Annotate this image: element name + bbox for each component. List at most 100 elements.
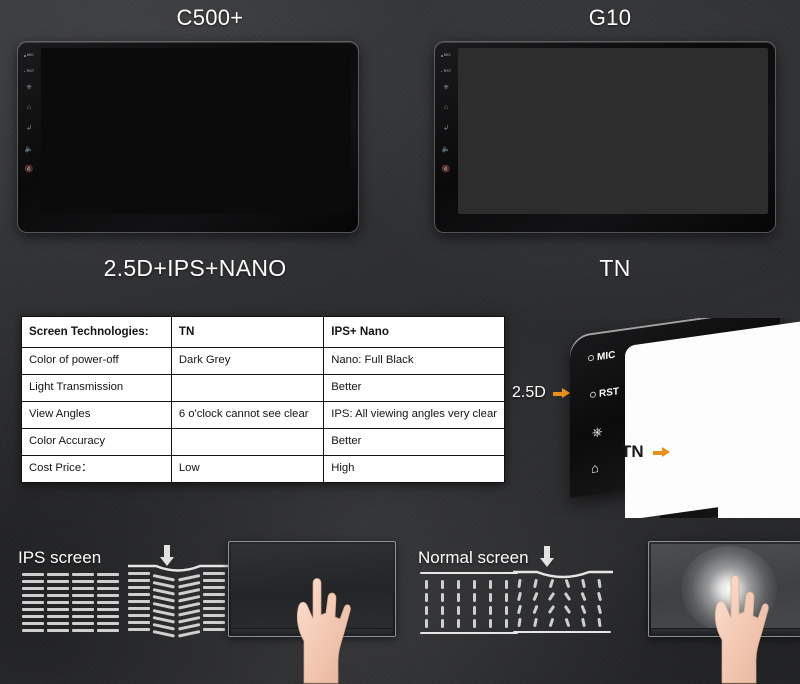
liquid-crystal-element (72, 601, 94, 604)
liquid-crystal-element (22, 573, 44, 576)
liquid-crystal-element (97, 594, 119, 597)
table-cell-ips: Nano: Full Black (323, 347, 505, 375)
liquid-crystal-element (505, 606, 508, 615)
liquid-crystal-element (128, 593, 150, 596)
power-icon[interactable]: ⎈ (26, 84, 32, 91)
ips-25d-device-plate: MIC RST ⎈ ⌂ (570, 318, 800, 518)
table-cell-feature: View Angles (21, 401, 172, 429)
liquid-crystal-element (152, 608, 175, 617)
back-icon[interactable]: ↲ (26, 125, 32, 132)
liquid-crystal-element (47, 594, 69, 597)
label-normal-screen: Normal screen (418, 548, 529, 567)
liquid-crystal-element (547, 604, 556, 615)
liquid-crystal-element (420, 572, 518, 574)
table-cell-ips: IPS: All viewing angles very clear (323, 401, 505, 429)
home-icon[interactable]: ⌂ (444, 104, 448, 111)
liquid-crystal-element (47, 587, 69, 590)
mic-button[interactable]: MIC (23, 53, 34, 58)
pressure-arrow-normal-icon (540, 546, 554, 567)
table-header-row: Screen Technologies: TN IPS+ Nano (21, 316, 505, 348)
table-row: Color Accuracy Better (21, 428, 505, 456)
liquid-crystal-element (203, 621, 225, 624)
liquid-crystal-element (47, 573, 69, 576)
tn-crystal-grid-relaxed (420, 572, 520, 637)
arrow-tn-icon (662, 447, 670, 457)
back-icon[interactable]: ↲ (443, 125, 449, 132)
device-c500plus: MIC RST ⎈ ⌂ ↲ 🔈 🔇 (18, 42, 358, 232)
liquid-crystal-element (72, 615, 94, 618)
liquid-crystal-element (22, 594, 44, 597)
liquid-crystal-element (203, 572, 225, 575)
ips-crystal-grid-relaxed (22, 572, 122, 637)
device-subtitle-c500: 2.5D+IPS+NANO (103, 255, 287, 281)
liquid-crystal-element (152, 629, 175, 638)
table-header-cell: IPS+ Nano (323, 316, 505, 348)
table-cell-ips: High (323, 455, 505, 483)
liquid-crystal-element (178, 622, 201, 631)
liquid-crystal-element (489, 580, 492, 589)
liquid-crystal-element (548, 617, 555, 628)
liquid-crystal-element (22, 622, 44, 625)
liquid-crystal-element (517, 617, 522, 628)
liquid-crystal-element (128, 586, 150, 589)
volume-up-icon[interactable]: 🔈 (25, 146, 34, 153)
liquid-crystal-element (505, 593, 508, 602)
table-cell-feature: Color Accuracy (21, 428, 172, 456)
liquid-crystal-element (473, 593, 476, 602)
liquid-crystal-element (473, 619, 476, 628)
table-cell-tn: Dark Grey (170, 347, 325, 375)
liquid-crystal-element (97, 629, 119, 632)
liquid-crystal-element (97, 580, 119, 583)
liquid-crystal-element (441, 619, 444, 628)
liquid-crystal-element (441, 606, 444, 615)
home-icon[interactable]: ⌂ (27, 104, 31, 111)
liquid-crystal-element (97, 573, 119, 576)
device-screen-c500 (41, 48, 351, 214)
liquid-crystal-element (441, 593, 444, 602)
hand-touch-normal (714, 575, 769, 684)
device-screen-g10 (458, 48, 768, 214)
liquid-crystal-element (425, 606, 428, 615)
liquid-crystal-element (532, 591, 539, 602)
liquid-crystal-element (97, 615, 119, 618)
liquid-crystal-element (516, 604, 523, 615)
ips-rst-label: RST (590, 386, 619, 401)
liquid-crystal-element (128, 607, 150, 610)
table-row: View Angles 6 o'clock cannot see clear I… (21, 401, 505, 429)
volume-up-icon[interactable]: 🔈 (442, 146, 451, 153)
liquid-crystal-element (22, 601, 44, 604)
device-button-column-g10: MIC RST ⎈ ⌂ ↲ 🔈 🔇 (435, 42, 457, 232)
table-cell-ips: Better (323, 428, 505, 456)
liquid-crystal-element (441, 580, 444, 589)
liquid-crystal-element (489, 606, 492, 615)
volume-down-icon[interactable]: 🔇 (25, 166, 34, 173)
table-row: Color of power-off Dark Grey Nano: Full … (21, 347, 505, 375)
power-icon[interactable]: ⎈ (592, 423, 602, 440)
liquid-crystal-element (47, 622, 69, 625)
liquid-crystal-element (547, 591, 556, 602)
rst-button[interactable]: RST (23, 69, 35, 74)
device-subtitle-g10: TN (599, 255, 631, 281)
device-g10: MIC RST ⎈ ⌂ ↲ 🔈 🔇 (435, 42, 775, 232)
liquid-crystal-element (22, 615, 44, 618)
liquid-crystal-element (128, 600, 150, 603)
liquid-crystal-element (22, 587, 44, 590)
liquid-crystal-element (22, 629, 44, 632)
label-25d: 2.5D (512, 384, 546, 401)
liquid-crystal-element (72, 594, 94, 597)
liquid-crystal-element (152, 601, 175, 610)
rst-button[interactable]: RST (440, 69, 452, 74)
liquid-crystal-element (152, 587, 175, 596)
power-icon[interactable]: ⎈ (443, 84, 449, 91)
device-title-c500: C500+ (176, 5, 244, 30)
liquid-crystal-element (97, 622, 119, 625)
volume-down-icon[interactable]: 🔇 (442, 166, 451, 173)
liquid-crystal-element (152, 622, 175, 631)
liquid-crystal-element (580, 604, 587, 615)
mic-button[interactable]: MIC (440, 53, 451, 58)
device-title-g10: G10 (588, 5, 632, 30)
table-cell-tn: 6 o'clock cannot see clear (170, 401, 325, 429)
liquid-crystal-element (473, 606, 476, 615)
liquid-crystal-element (152, 615, 175, 624)
home-icon[interactable]: ⌂ (591, 460, 599, 476)
